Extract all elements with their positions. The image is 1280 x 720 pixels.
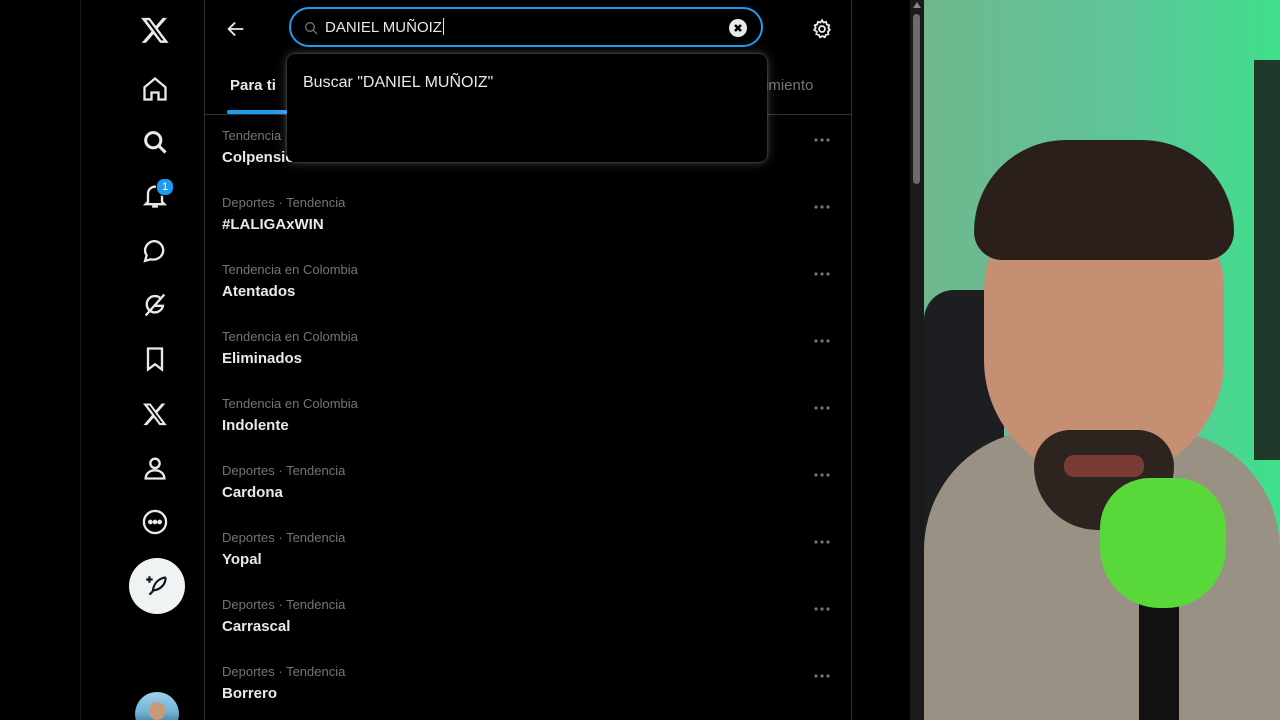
clear-search-button[interactable] <box>729 19 747 37</box>
home-icon[interactable] <box>129 63 181 115</box>
more-circle-icon[interactable] <box>129 496 181 548</box>
person-icon[interactable] <box>129 442 181 494</box>
trend-meta: Deportes · Tendencia <box>222 530 346 545</box>
bell-icon[interactable]: 1 <box>129 170 181 222</box>
active-tab-indicator <box>227 110 287 114</box>
more-options-icon[interactable] <box>811 532 833 552</box>
trend-item[interactable]: Tendencia en Colombia Indolente <box>205 386 851 453</box>
trend-name: Carrascal <box>222 618 291 635</box>
grok-icon[interactable] <box>129 279 181 331</box>
trend-meta: Deportes · Tendencia <box>222 664 346 679</box>
more-options-icon[interactable] <box>811 197 833 217</box>
trend-name: Yopal <box>222 551 262 568</box>
trend-name: #LALIGAxWIN <box>222 216 324 233</box>
trend-meta: Tendencia en Colombia <box>222 329 358 344</box>
trend-meta: Tendencia <box>222 128 282 143</box>
post-button[interactable] <box>129 558 185 614</box>
feather-plus-icon <box>146 576 167 596</box>
webcam-person-mouth <box>1064 455 1144 477</box>
trend-item[interactable]: Deportes · Tendencia Carrascal <box>205 587 851 654</box>
trend-name: Cardona <box>222 484 283 501</box>
webcam-person-hair <box>974 140 1234 260</box>
more-options-icon[interactable] <box>811 331 833 351</box>
trend-item[interactable]: Tendencia en Colombia Eliminados <box>205 319 851 386</box>
trend-meta: Deportes · Tendencia <box>222 463 346 478</box>
close-circle-icon <box>734 24 742 32</box>
text-caret <box>442 18 444 35</box>
search-header: DANIEL MUÑOIZ <box>205 0 851 58</box>
gear-icon <box>812 18 832 39</box>
trend-name: Eliminados <box>222 350 303 367</box>
trend-name: Atentados <box>222 283 296 300</box>
more-options-icon[interactable] <box>811 130 833 150</box>
search-field-icon <box>303 20 319 36</box>
tab-para-ti[interactable]: Para ti <box>230 58 276 114</box>
page-scrollbar[interactable] <box>910 0 924 720</box>
search-value-text: DANIEL MUÑOIZ <box>325 19 442 36</box>
search-suggestions-dropdown: Buscar "DANIEL MUÑOIZ" <box>287 54 767 162</box>
trend-meta: Deportes · Tendencia <box>222 195 346 210</box>
search-icon[interactable] <box>129 116 181 168</box>
trend-item[interactable]: Tendencia en Colombia Atentados <box>205 252 851 319</box>
back-button[interactable] <box>219 12 253 46</box>
trend-name: Indolente <box>222 417 289 434</box>
search-value[interactable]: DANIEL MUÑOIZ <box>325 18 444 36</box>
trend-meta: Tendencia en Colombia <box>222 262 358 277</box>
more-options-icon[interactable] <box>811 465 833 485</box>
x-premium-icon[interactable] <box>129 388 181 440</box>
chat-bubble-icon[interactable] <box>129 225 181 277</box>
avatar[interactable] <box>135 692 179 720</box>
search-input[interactable]: DANIEL MUÑOIZ <box>289 7 763 47</box>
webcam-microphone <box>1100 478 1226 608</box>
webcam-overlay <box>924 0 1280 720</box>
more-options-icon[interactable] <box>811 398 833 418</box>
bookmark-icon[interactable] <box>129 333 181 385</box>
trend-meta: Tendencia en Colombia <box>222 396 358 411</box>
left-nav: 1 <box>80 0 205 720</box>
x-logo-icon[interactable] <box>129 4 181 56</box>
x-app-window: 1 DANIEL MUÑOIZ Para ti imiento Tendenci… <box>0 0 910 720</box>
more-options-icon[interactable] <box>811 666 833 686</box>
scroll-thumb[interactable] <box>913 14 920 184</box>
trend-name: Borrero <box>222 685 278 702</box>
trend-meta: Deportes · Tendencia <box>222 597 346 612</box>
arrow-left-icon <box>227 21 244 37</box>
search-suggestion-item[interactable]: Buscar "DANIEL MUÑOIZ" <box>303 74 493 92</box>
avatar-face <box>149 702 165 720</box>
settings-button[interactable] <box>807 14 837 44</box>
notification-badge: 1 <box>156 178 174 196</box>
scroll-up-arrow[interactable] <box>913 2 921 8</box>
tab-partial[interactable]: imiento <box>765 58 813 114</box>
trend-item[interactable]: Deportes · Tendencia Borrero <box>205 654 851 720</box>
more-options-icon[interactable] <box>811 599 833 619</box>
trend-item[interactable]: Deportes · Tendencia Cardona <box>205 453 851 520</box>
trend-item[interactable]: Deportes · Tendencia #LALIGAxWIN <box>205 185 851 252</box>
webcam-background-shadow <box>1254 60 1280 460</box>
more-options-icon[interactable] <box>811 264 833 284</box>
trend-item[interactable]: Deportes · Tendencia Yopal <box>205 520 851 587</box>
